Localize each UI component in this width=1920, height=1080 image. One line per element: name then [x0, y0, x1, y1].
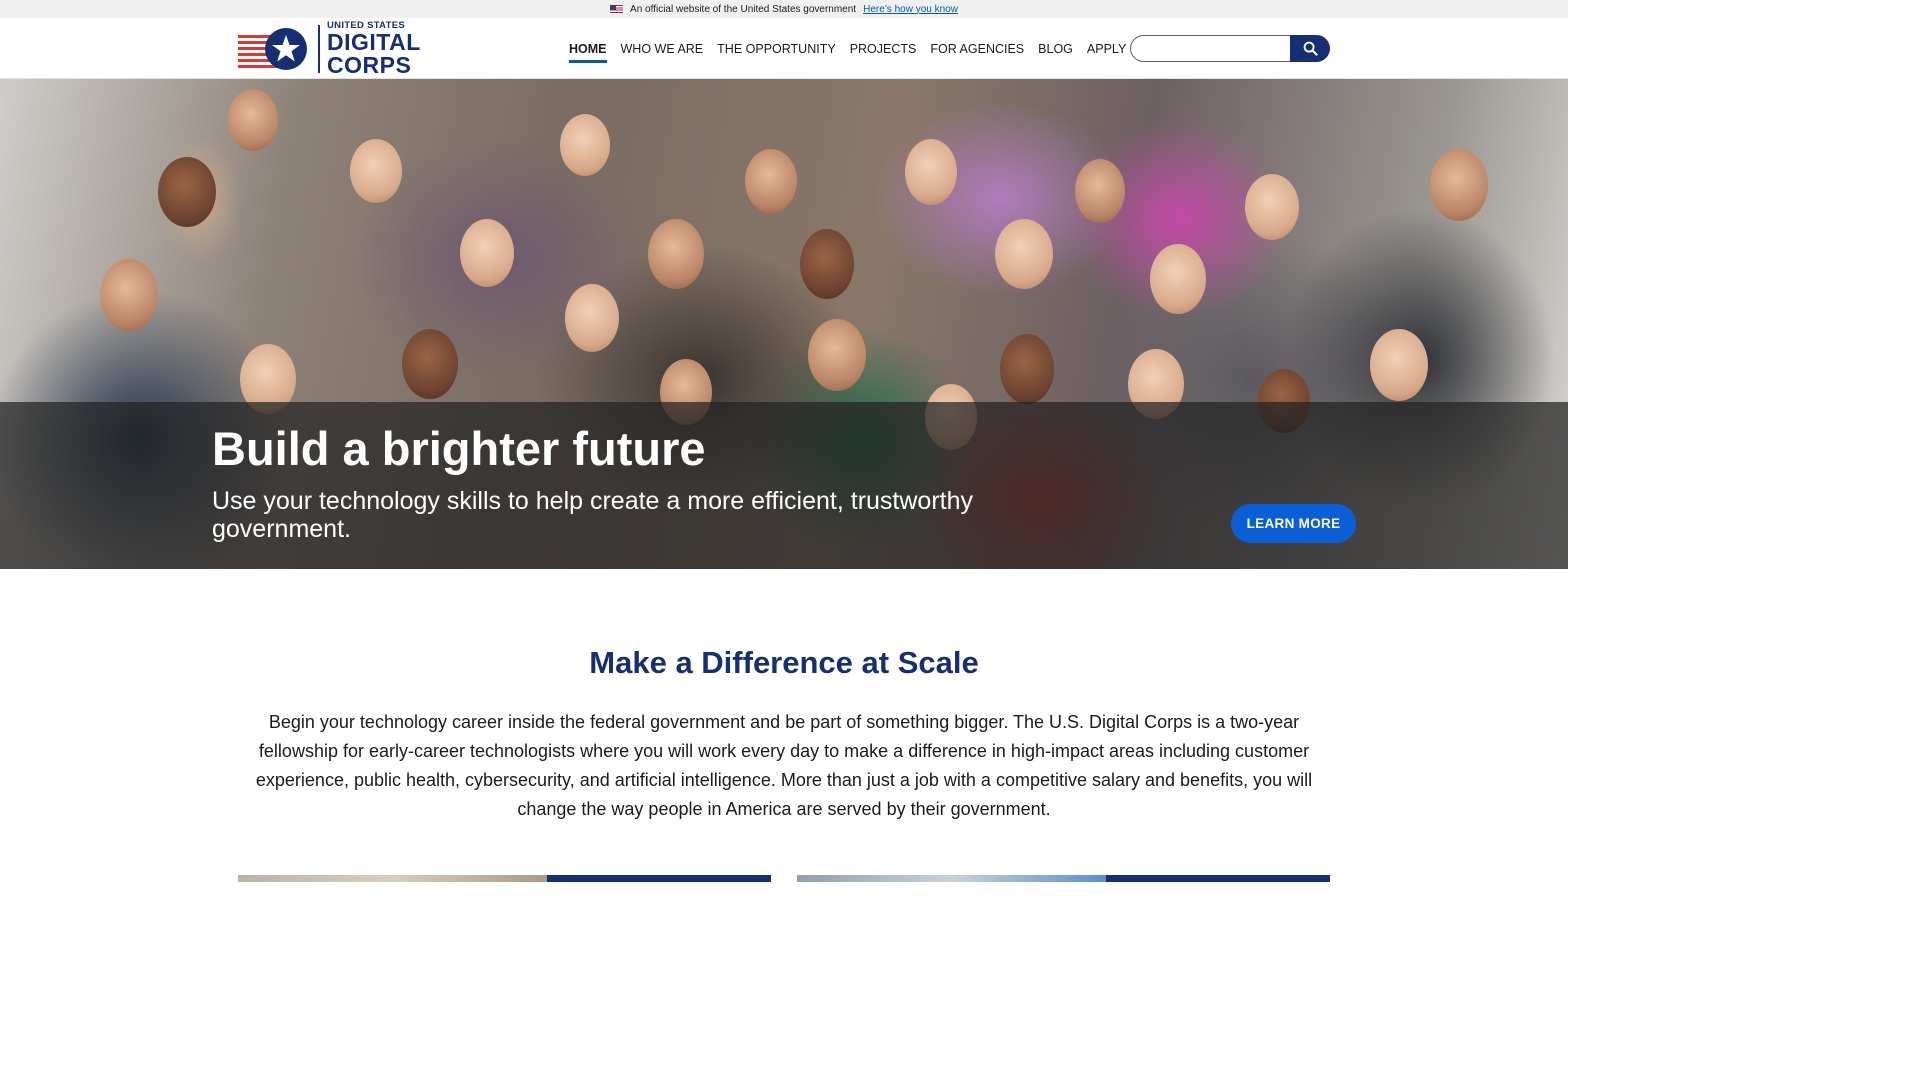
us-flag-icon	[610, 5, 624, 13]
feature-card-2[interactable]	[797, 875, 1330, 882]
nav-apply[interactable]: APPLY	[1087, 18, 1126, 79]
main-nav: HOME WHO WE ARE THE OPPORTUNITY PROJECTS…	[569, 18, 1140, 79]
nav-who-we-are[interactable]: WHO WE ARE	[621, 18, 704, 79]
search-form	[1130, 35, 1330, 62]
card-header-band	[547, 875, 771, 882]
nav-home[interactable]: HOME	[569, 18, 607, 79]
nav-the-opportunity[interactable]: THE OPPORTUNITY	[717, 18, 836, 79]
nav-projects[interactable]: PROJECTS	[850, 18, 917, 79]
hero-title: Build a brighter future	[212, 422, 706, 475]
search-input[interactable]	[1130, 35, 1290, 62]
site-header: UNITED STATES DIGITAL CORPS HOME WHO WE …	[0, 18, 1568, 79]
section-body: Begin your technology career inside the …	[255, 712, 1313, 819]
search-button[interactable]	[1290, 35, 1330, 62]
stars-stripes-logo-icon	[238, 28, 307, 70]
hero-subtitle: Use your technology skills to help creat…	[212, 487, 973, 543]
logo-wordmark: UNITED STATES DIGITAL CORPS	[327, 21, 421, 77]
site-logo[interactable]: UNITED STATES DIGITAL CORPS	[238, 21, 421, 77]
card-image	[797, 875, 1106, 882]
card-header-band	[1106, 875, 1330, 882]
logo-divider	[318, 25, 320, 73]
feature-card-1[interactable]	[238, 875, 771, 882]
search-icon	[1303, 41, 1318, 56]
gov-banner: An official website of the United States…	[0, 0, 1568, 18]
heres-how-you-know-link[interactable]: Here’s how you know	[863, 4, 958, 15]
gov-banner-text: An official website of the United States…	[630, 3, 857, 15]
logo-line2: CORPS	[327, 51, 412, 78]
section-title: Make a Difference at Scale	[589, 645, 979, 680]
nav-blog[interactable]: BLOG	[1038, 18, 1073, 79]
card-image	[238, 875, 547, 882]
nav-for-agencies[interactable]: FOR AGENCIES	[930, 18, 1024, 79]
hero-banner: Build a brighter future Use your technol…	[0, 79, 1568, 569]
logo-line1: DIGITAL	[327, 28, 421, 55]
learn-more-button[interactable]: LEARN MORE	[1231, 504, 1356, 543]
